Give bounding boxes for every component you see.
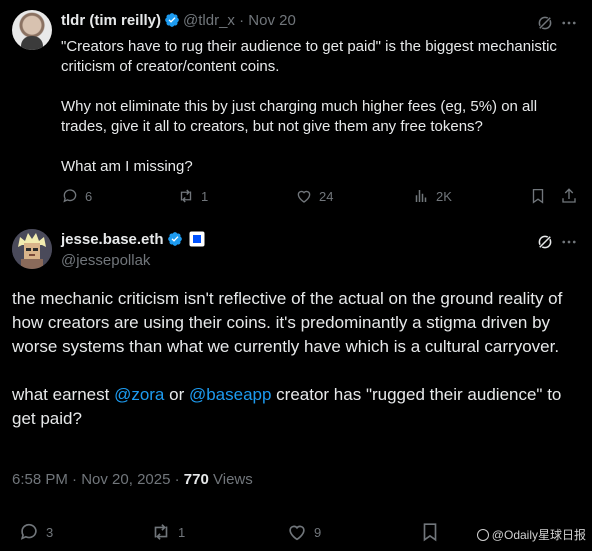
heart-icon: [289, 525, 305, 541]
share-icon[interactable]: [560, 187, 578, 205]
grok-icon[interactable]: [536, 14, 554, 32]
grok-icon[interactable]: [536, 233, 554, 251]
tweet-text: the mechanic criticism isn't reflective …: [12, 287, 582, 431]
avatar[interactable]: [12, 10, 52, 50]
tweet-paragraph: Why not eliminate this by just charging …: [61, 98, 538, 135]
tweet-date[interactable]: Nov 20: [248, 12, 296, 29]
author-handle[interactable]: @tldr_x: [183, 12, 235, 29]
tweet-2[interactable]: jesse.base.eth @jessepollak the mechanic…: [0, 215, 592, 551]
like-count: 24: [319, 188, 334, 204]
tweet-paragraph: "Creators have to rug their audience to …: [61, 38, 557, 75]
tweet-header: tldr (tim reilly) @tldr_x · Nov 20: [61, 12, 296, 29]
tweet-paragraph: what earnest @zora or @baseapp creator h…: [12, 383, 582, 431]
like-count: 9: [314, 524, 322, 540]
repost-icon: [180, 189, 192, 203]
text-fragment: what earnest: [12, 385, 115, 404]
watermark: @Odaily星球日报: [476, 526, 586, 543]
affiliate-badge-icon[interactable]: [189, 231, 205, 247]
heart-icon: [297, 190, 311, 203]
views-chart-icon: [415, 190, 427, 202]
views-button[interactable]: 2K: [412, 187, 452, 205]
views-count: 2K: [436, 188, 452, 204]
tweet-time[interactable]: 6:58 PM: [12, 471, 68, 488]
reply-button[interactable]: 3: [18, 521, 53, 543]
repost-button[interactable]: 1: [177, 187, 208, 205]
reply-icon: [20, 523, 37, 540]
like-button[interactable]: 9: [286, 521, 321, 543]
author-name[interactable]: jesse.base.eth: [61, 231, 164, 248]
repost-icon: [154, 524, 168, 540]
repost-count: 1: [201, 188, 209, 204]
author-name[interactable]: tldr (tim reilly): [61, 12, 161, 29]
reply-icon: [63, 189, 77, 203]
tweet-paragraph: What am I missing?: [61, 158, 193, 175]
more-options-icon[interactable]: [560, 14, 578, 32]
text-fragment: or: [164, 385, 189, 404]
watermark-text: @Odaily星球日报: [491, 528, 586, 542]
repost-count: 1: [178, 524, 186, 540]
verified-badge-icon: [165, 13, 179, 27]
author-handle[interactable]: @jessepollak: [61, 252, 150, 269]
pixel-avatar-image: [12, 229, 52, 269]
tweet-date[interactable]: Nov 20, 2025: [81, 471, 170, 488]
tweet-1[interactable]: tldr (tim reilly) @tldr_x · Nov 20 "Creat…: [0, 0, 592, 215]
tweet-paragraph: the mechanic criticism isn't reflective …: [12, 289, 563, 356]
avatar[interactable]: [12, 229, 52, 269]
repost-button[interactable]: 1: [150, 521, 185, 543]
verified-badge-icon: [167, 232, 182, 246]
mention-link[interactable]: @zora: [114, 385, 164, 404]
tweet-meta: 6:58 PM · Nov 20, 2025 · 770 Views: [12, 471, 253, 488]
like-button[interactable]: 24: [295, 187, 333, 205]
tweet-text: "Creators have to rug their audience to …: [61, 37, 581, 197]
bookmark-icon[interactable]: [529, 187, 547, 205]
author-name-row: jesse.base.eth: [61, 231, 208, 248]
more-options-icon[interactable]: [560, 233, 578, 251]
watermark-logo-icon: [476, 528, 489, 541]
bookmark-icon[interactable]: [419, 521, 441, 543]
mention-link[interactable]: @baseapp: [189, 385, 272, 404]
reply-count: 3: [46, 524, 54, 540]
views-label: Views: [213, 471, 253, 488]
reply-count: 6: [85, 188, 93, 204]
views-count: 770: [183, 471, 209, 488]
reply-button[interactable]: 6: [61, 187, 92, 205]
